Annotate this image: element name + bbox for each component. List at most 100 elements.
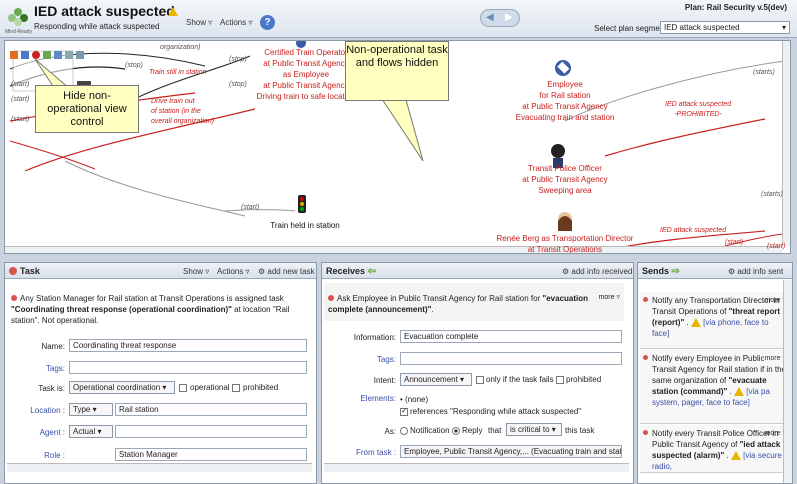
that-label: that: [488, 426, 502, 435]
map-vertical-scrollbar[interactable]: [782, 41, 790, 246]
sends-panel: Sends ⇨ ⚙ add info sent more ▿ Notify an…: [637, 262, 793, 484]
flow-label: (start): [11, 96, 30, 103]
flow-label: (starts): [761, 191, 783, 198]
prohibited-checkbox[interactable]: [232, 384, 240, 392]
callout-right: Non-operational task and flows hidden: [345, 41, 449, 101]
intent-select[interactable]: Announcement ▾: [400, 373, 472, 386]
task-tags-input[interactable]: [69, 361, 307, 374]
role-input[interactable]: Station Manager: [115, 448, 307, 461]
notification-label: Notification: [410, 426, 450, 435]
task-panel: Task Show ▿ Actions ▿ ⚙ add new task Any…: [4, 262, 317, 484]
reply-label: Reply: [462, 426, 483, 435]
notification-radio[interactable]: [400, 427, 408, 435]
references-label: references "Responding while attack susp…: [410, 407, 582, 416]
add-info-received-link[interactable]: ⚙ add info received: [562, 267, 632, 276]
task-actions-menu[interactable]: Actions ▿: [217, 267, 249, 276]
information-input[interactable]: Evacuation complete: [400, 330, 622, 343]
task-icon: [9, 267, 17, 275]
add-new-task-link[interactable]: ⚙ add new task: [258, 267, 315, 276]
warning-icon: [168, 7, 178, 16]
view-icon[interactable]: [21, 51, 29, 59]
this-task-label: this task: [565, 426, 595, 435]
receives-title: Receives: [326, 266, 366, 276]
view-icon[interactable]: [43, 51, 51, 59]
task-scrollbar[interactable]: [7, 463, 312, 472]
flow-label: (start): [767, 243, 786, 250]
location-label: Location :: [30, 406, 65, 415]
view-icon[interactable]: [32, 51, 40, 59]
operational-checkbox[interactable]: [179, 384, 187, 392]
history-nav: ◀ ▶: [480, 9, 520, 27]
segment-label: Select plan segment:: [594, 24, 669, 33]
flow-label: Train still in station: [149, 69, 207, 76]
task-category-select[interactable]: Operational coordination ▾: [69, 381, 175, 394]
back-arrow-icon[interactable]: ◀: [486, 12, 494, 23]
flow-label: (stop): [229, 81, 247, 88]
view-icon[interactable]: [65, 51, 73, 59]
elements-label: Elements:: [360, 394, 396, 403]
page-title: IED attack suspected: [34, 3, 175, 19]
agent-label: Agent :: [39, 428, 65, 437]
only-if-fails-checkbox[interactable]: [476, 376, 484, 384]
segment-select[interactable]: IED attack suspected ▾: [660, 21, 790, 34]
plan-map[interactable]: Certified Train Operator at Public Trans…: [4, 40, 791, 254]
show-menu[interactable]: Show ▿: [186, 18, 212, 27]
location-type-select[interactable]: Type ▾: [69, 403, 113, 416]
sent-flow-item[interactable]: more ▿ Notify every Transit Police Offic…: [640, 425, 790, 473]
role-label: Role :: [44, 451, 65, 460]
train-held-node[interactable]: Train held in station: [255, 220, 355, 231]
prohibited-label: prohibited: [243, 383, 279, 392]
agent-type-select[interactable]: Actual ▾: [69, 425, 113, 438]
from-task-input[interactable]: Employee, Public Transit Agency,... (Eva…: [400, 445, 622, 458]
sends-scrollbar[interactable]: [783, 280, 792, 483]
task-show-menu[interactable]: Show ▿: [183, 267, 209, 276]
agent-input[interactable]: [115, 425, 307, 438]
employee-node[interactable]: Employee for Rail station at Public Tran…: [495, 79, 635, 123]
receives-scrollbar[interactable]: [324, 463, 629, 472]
flow-label: (stop): [229, 56, 247, 63]
renee-node[interactable]: Renée Berg as Transportation Director at…: [475, 233, 655, 253]
task-description: Any Station Manager for Rail station at …: [11, 294, 290, 325]
criticality-select[interactable]: is critical to ▾: [506, 423, 562, 436]
view-icon[interactable]: [54, 51, 62, 59]
actions-menu[interactable]: Actions ▿: [220, 18, 252, 27]
flow-label: (start): [11, 116, 30, 123]
flow-label: (starts): [753, 69, 775, 76]
add-info-sent-link[interactable]: ⚙ add info sent: [728, 267, 783, 276]
only-if-fails-label: only if the task fails: [486, 375, 554, 384]
elements-none: • (none): [400, 395, 429, 404]
flow-label: (start): [725, 239, 744, 246]
sent-flow-item[interactable]: more ▿ Notify every Employee in Public T…: [640, 350, 790, 424]
sends-panel-header: Sends ⇨ ⚙ add info sent: [638, 263, 792, 279]
flow-label: Drive train out of station (in the overa…: [151, 98, 215, 125]
location-input[interactable]: Rail station: [115, 403, 307, 416]
logo-text: Mind-Ready: [5, 29, 32, 35]
as-label: As:: [384, 427, 396, 436]
help-icon[interactable]: ?: [260, 15, 275, 30]
received-more-menu[interactable]: more ▿: [599, 293, 620, 301]
flow-label: IED attack suspected -PROHIBITED-: [665, 101, 732, 118]
map-horizontal-scrollbar[interactable]: [5, 246, 782, 253]
police-node[interactable]: Transit Police Officer at Public Transit…: [495, 163, 635, 196]
received-prohibited-label: prohibited: [566, 375, 602, 384]
app-logo-icon: [8, 8, 28, 26]
reply-radio[interactable]: [452, 427, 460, 435]
hide-nonoperational-icon[interactable]: [10, 51, 18, 59]
view-icon[interactable]: [76, 51, 84, 59]
received-prohibited-checkbox[interactable]: [556, 376, 564, 384]
sends-title: Sends: [642, 266, 670, 276]
tags-label: Tags:: [45, 364, 65, 373]
task-name-input[interactable]: Coordinating threat response: [69, 339, 307, 352]
intent-label: Intent:: [373, 376, 396, 385]
received-tags-label: Tags:: [376, 355, 396, 364]
forward-arrow-icon[interactable]: ▶: [505, 12, 513, 23]
received-flow-item[interactable]: Ask Employee in Public Transit Agency fo…: [324, 283, 624, 321]
green-arrow-right-icon: ⇨: [671, 266, 680, 277]
references-checkbox[interactable]: [400, 406, 408, 416]
received-description: Ask Employee in Public Transit Agency fo…: [328, 294, 589, 314]
information-label: Information:: [353, 333, 396, 342]
callout-pointer-right: [379, 96, 424, 162]
flow-label: organization): [160, 44, 201, 51]
sent-flow-item[interactable]: more ▿ Notify any Transportation Directo…: [640, 292, 790, 349]
received-tags-input[interactable]: [400, 352, 622, 365]
